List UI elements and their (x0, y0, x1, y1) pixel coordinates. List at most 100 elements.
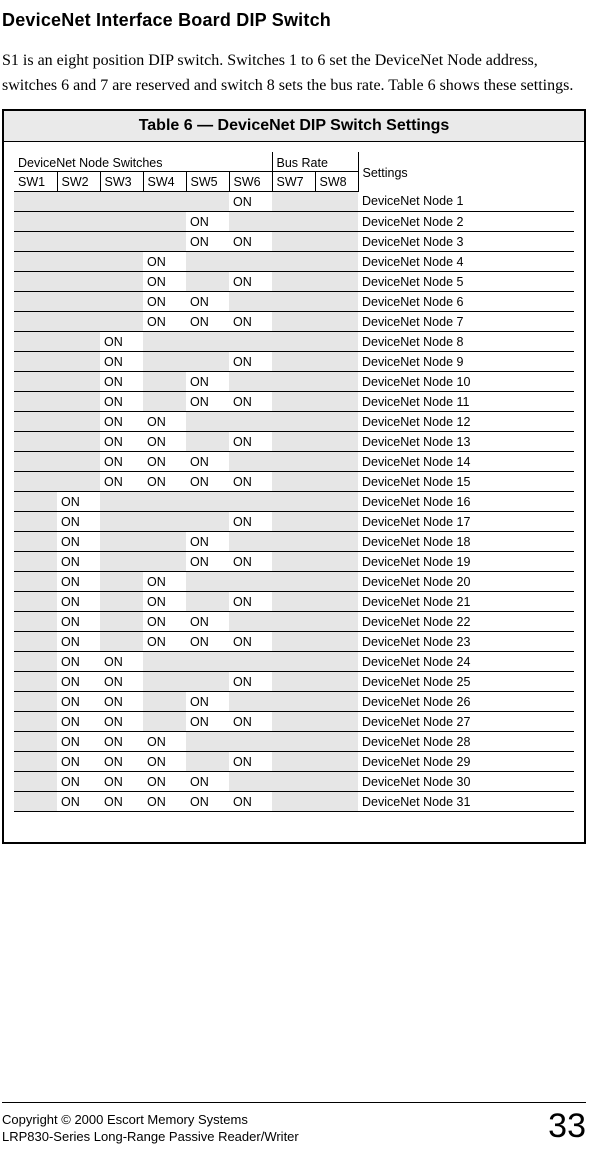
table-row: ONONONDeviceNet Node 21 (14, 592, 574, 612)
sw-cell (143, 332, 186, 352)
sw-cell (272, 472, 315, 492)
sw-cell: ON (100, 352, 143, 372)
sw-cell: ON (100, 752, 143, 772)
sw-cell: ON (143, 772, 186, 792)
sw-cell: ON (143, 572, 186, 592)
sw-cell (315, 592, 358, 612)
sw-cell (186, 272, 229, 292)
sw-cell: ON (229, 312, 272, 332)
sw-cell (100, 512, 143, 532)
sw-cell (14, 532, 57, 552)
sw-cell: ON (186, 232, 229, 252)
sw-cell (186, 192, 229, 212)
setting-name: DeviceNet Node 15 (358, 472, 574, 492)
sw-cell (315, 612, 358, 632)
sw-cell (14, 412, 57, 432)
sw-cell (143, 552, 186, 572)
sw-cell: ON (186, 712, 229, 732)
table-row: ONONDeviceNet Node 17 (14, 512, 574, 532)
sw-cell (315, 772, 358, 792)
sw-cell (272, 192, 315, 212)
table-group-header: DeviceNet Node SwitchesBus RateSettings (14, 152, 574, 172)
sw-cell (14, 752, 57, 772)
sw-cell (14, 692, 57, 712)
sw-cell (186, 412, 229, 432)
sw-cell (315, 352, 358, 372)
sw-cell: ON (100, 452, 143, 472)
sw-cell: ON (229, 232, 272, 252)
sw-cell (14, 512, 57, 532)
sw-cell (100, 552, 143, 572)
sw-cell: ON (57, 792, 100, 812)
sw-cell: ON (229, 552, 272, 572)
sw-cell: ON (229, 432, 272, 452)
sw-cell: ON (143, 292, 186, 312)
table-row: ONONONDeviceNet Node 25 (14, 672, 574, 692)
sw-header-7: SW7 (272, 172, 315, 192)
sw-cell (315, 412, 358, 432)
sw-cell: ON (186, 292, 229, 312)
sw-cell (143, 692, 186, 712)
sw-cell (272, 452, 315, 472)
sw-cell (57, 392, 100, 412)
sw-cell (229, 412, 272, 432)
table-row: ONONDeviceNet Node 18 (14, 532, 574, 552)
setting-name: DeviceNet Node 18 (358, 532, 574, 552)
sw-cell: ON (186, 552, 229, 572)
sw-cell (186, 512, 229, 532)
sw-cell (272, 272, 315, 292)
sw-cell (14, 612, 57, 632)
sw-cell: ON (186, 392, 229, 412)
sw-cell (14, 592, 57, 612)
sw-cell (229, 732, 272, 752)
sw-cell: ON (57, 772, 100, 792)
table-container: Table 6 — DeviceNet DIP Switch Settings … (2, 109, 586, 845)
setting-name: DeviceNet Node 9 (358, 352, 574, 372)
sw-cell (100, 612, 143, 632)
table-row: ONONONDeviceNet Node 22 (14, 612, 574, 632)
table-row: ON ON DeviceNet Node 9 (14, 352, 574, 372)
sw-cell (315, 512, 358, 532)
sw-cell (272, 552, 315, 572)
setting-name: DeviceNet Node 25 (358, 672, 574, 692)
sw-cell (143, 392, 186, 412)
sw-cell (272, 432, 315, 452)
sw-header-1: SW1 (14, 172, 57, 192)
sw-cell: ON (143, 252, 186, 272)
page-footer: Copyright © 2000 Escort Memory Systems L… (2, 1102, 586, 1146)
sw-cell (57, 432, 100, 452)
setting-name: DeviceNet Node 8 (358, 332, 574, 352)
sw-cell (229, 692, 272, 712)
sw-cell (14, 792, 57, 812)
sw-cell: ON (100, 372, 143, 392)
sw-cell (14, 392, 57, 412)
sw-cell (229, 292, 272, 312)
setting-name: DeviceNet Node 22 (358, 612, 574, 632)
setting-name: DeviceNet Node 6 (358, 292, 574, 312)
sw-cell (100, 212, 143, 232)
sw-cell (14, 232, 57, 252)
sw-cell: ON (186, 772, 229, 792)
sw-cell (14, 712, 57, 732)
table-row: ONDeviceNet Node 8 (14, 332, 574, 352)
sw-cell (315, 632, 358, 652)
sw-cell: ON (229, 392, 272, 412)
sw-cell (229, 372, 272, 392)
table-row: ONONONDeviceNet Node 14 (14, 452, 574, 472)
sw-cell (315, 712, 358, 732)
sw-cell: ON (229, 352, 272, 372)
sw-cell (100, 492, 143, 512)
sw-cell (315, 552, 358, 572)
sw-cell (315, 732, 358, 752)
sw-cell: ON (100, 392, 143, 412)
group-node-label: DeviceNet Node Switches (14, 152, 272, 172)
sw-cell (186, 252, 229, 272)
sw-cell (272, 732, 315, 752)
sw-cell (315, 332, 358, 352)
sw-cell (100, 252, 143, 272)
sw-cell (315, 452, 358, 472)
sw-cell (272, 612, 315, 632)
sw-cell (14, 492, 57, 512)
setting-name: DeviceNet Node 3 (358, 232, 574, 252)
sw-cell: ON (57, 572, 100, 592)
